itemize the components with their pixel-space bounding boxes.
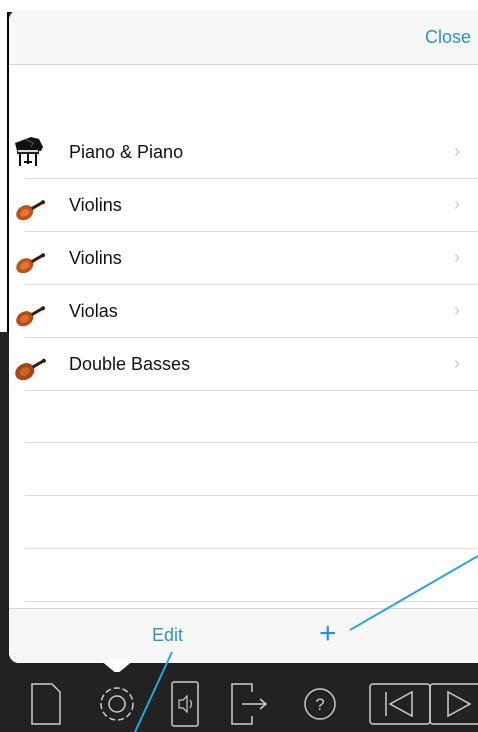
- instrument-name: Violins: [69, 248, 122, 268]
- skip-back-icon[interactable]: [385, 690, 413, 718]
- list-item-violins[interactable]: Violins ›: [9, 178, 478, 232]
- instrument-name: Violas: [69, 301, 118, 321]
- violin-icon: [11, 345, 47, 381]
- chevron-right-icon: ›: [454, 194, 460, 214]
- popover-footer: Edit +: [9, 608, 478, 663]
- instrument-name: Piano & Piano: [69, 142, 184, 162]
- document-icon[interactable]: [28, 672, 68, 732]
- empty-row: [9, 443, 478, 496]
- violin-icon: [11, 239, 47, 275]
- grand-piano-icon: [11, 133, 47, 169]
- transport-controls: [369, 683, 478, 725]
- chevron-right-icon: ›: [454, 353, 460, 373]
- instrument-name: Violins: [69, 195, 122, 215]
- chevron-right-icon: ›: [454, 300, 460, 320]
- play-icon[interactable]: [447, 690, 472, 718]
- list-item-violins[interactable]: Violins ›: [9, 231, 478, 285]
- chevron-right-icon: ›: [454, 247, 460, 267]
- empty-row: [9, 549, 478, 602]
- help-icon[interactable]: ?: [298, 672, 342, 732]
- list-item-piano[interactable]: Piano & Piano ›: [9, 125, 478, 179]
- empty-row: [9, 496, 478, 549]
- add-button[interactable]: +: [319, 617, 337, 651]
- list-item-violas[interactable]: Violas ›: [9, 284, 478, 338]
- instrument-name: Double Basses: [69, 354, 191, 374]
- export-icon[interactable]: [226, 672, 276, 732]
- violin-icon: [11, 292, 47, 328]
- instrument-popover: Close Piano & Piano › Violins › Violins …: [9, 10, 478, 663]
- popover-header: Close: [9, 10, 478, 65]
- bottom-toolbar: ?: [0, 672, 478, 732]
- speaker-device-icon[interactable]: [166, 672, 206, 732]
- instrument-list: Piano & Piano › Violins › Violins › Viol…: [9, 125, 478, 602]
- close-button[interactable]: Close: [425, 27, 471, 48]
- edit-button[interactable]: Edit: [152, 625, 183, 646]
- empty-row: [9, 390, 478, 443]
- gear-icon[interactable]: [92, 672, 142, 732]
- list-item-double-basses[interactable]: Double Basses ›: [9, 337, 478, 391]
- violin-icon: [11, 186, 47, 222]
- svg-text:?: ?: [315, 695, 324, 714]
- chevron-right-icon: ›: [454, 141, 460, 161]
- background-app-edge: [0, 12, 9, 332]
